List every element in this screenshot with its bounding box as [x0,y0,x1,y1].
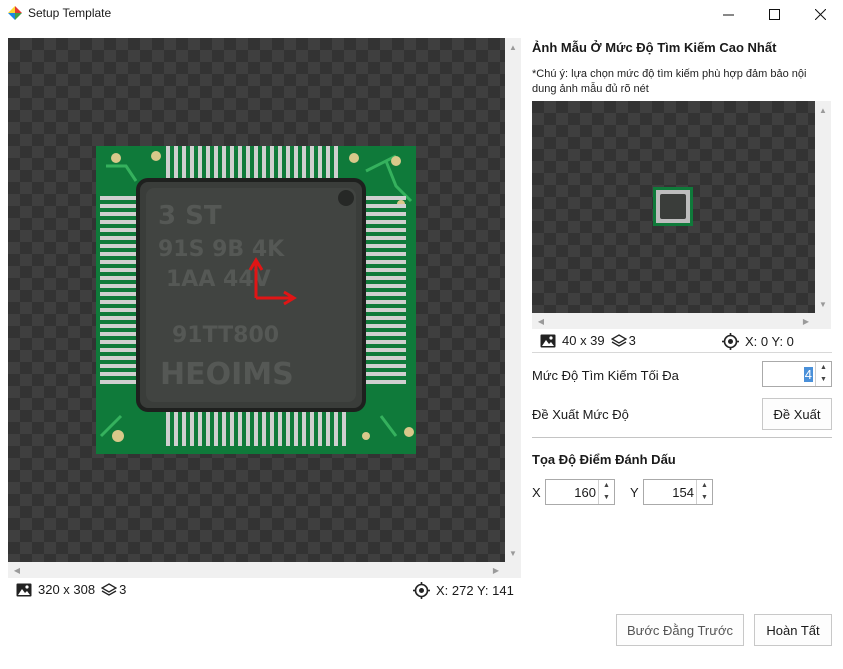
crosshair-icon [722,333,739,350]
template-chip-image[interactable]: 3 ST 91S 9B 4K 1AA 44V 91TT800 HEOIMS [96,146,416,454]
maximize-button[interactable] [751,0,797,28]
preview-image-info: 40 x 39 3 [540,333,636,348]
minimize-button[interactable] [705,0,751,28]
cursor-coordinates: X: 272 Y: 141 [436,583,514,598]
increment-icon[interactable]: ▲ [816,362,831,374]
preview-scroll-left-icon[interactable]: ◀ [534,314,548,328]
preview-coord-info: X: 0 Y: 0 [722,333,794,350]
increment-icon[interactable]: ▲ [599,480,614,492]
svg-text:91S 9B 4K: 91S 9B 4K [158,237,285,262]
y-coordinate-value: 154 [672,485,694,500]
decrement-icon[interactable]: ▼ [599,492,614,504]
layers-icon [610,333,627,348]
max-level-stepper[interactable]: ▲ ▼ [815,362,831,386]
max-level-label: Mức Độ Tìm Kiếm Tối Đa [532,368,679,383]
preview-scroll-right-icon[interactable]: ▶ [799,314,813,328]
y-stepper[interactable]: ▲ ▼ [696,480,712,504]
layers-count: 3 [119,582,127,597]
preview-vertical-scrollbar[interactable]: ▲ ▼ [815,101,831,313]
window-title: Setup Template [28,6,112,20]
x-coordinate-spinbox[interactable]: 160 ▲ ▼ [545,479,615,505]
max-level-spinbox[interactable]: 4 ▲ ▼ [762,361,832,387]
crosshair-icon [413,582,430,599]
layers-icon [101,582,118,597]
preview-size-text: 40 x 39 [562,333,605,348]
preview-chip-image [653,187,693,226]
suggest-button[interactable]: Đề Xuất [762,398,832,430]
scroll-right-icon[interactable]: ▶ [489,563,503,577]
preview-scroll-down-icon[interactable]: ▼ [816,297,830,311]
close-button[interactable] [797,0,843,28]
image-icon [540,334,556,348]
y-coordinate-spinbox[interactable]: 154 ▲ ▼ [643,479,713,505]
svg-text:HEOIMS: HEOIMS [160,357,294,392]
preview-scroll-up-icon[interactable]: ▲ [816,103,830,117]
preview-layers-count: 3 [628,333,636,348]
preview-note: *Chú ý: lựa chọn mức độ tìm kiếm phù hợp… [532,68,807,95]
svg-text:91TT800: 91TT800 [172,323,279,348]
decrement-icon[interactable]: ▼ [697,492,712,504]
preview-horizontal-scrollbar[interactable]: ◀ ▶ [532,313,831,329]
maximize-icon [768,8,780,20]
divider [532,352,832,353]
x-stepper[interactable]: ▲ ▼ [598,480,614,504]
scroll-left-icon[interactable]: ◀ [10,563,24,577]
minimize-icon [722,14,734,15]
y-label: Y [630,485,639,500]
main-image-info: 320 x 308 3 [16,582,126,597]
close-icon [814,8,826,20]
title-bar: Setup Template [0,0,843,28]
preview-section-title: Ảnh Mẫu Ở Mức Độ Tìm Kiếm Cao Nhất [532,40,777,55]
scroll-up-icon[interactable]: ▲ [506,40,520,54]
finish-button[interactable]: Hoàn Tất [754,614,832,646]
x-label: X [532,485,541,500]
suggest-level-label: Đề Xuất Mức Độ [532,407,629,422]
back-button[interactable]: Bước Đằng Trước [616,614,744,646]
image-size-text: 320 x 308 [38,582,96,597]
main-vertical-scrollbar[interactable]: ▲ ▼ [505,38,521,562]
app-icon [8,6,22,20]
svg-text:3 ST: 3 ST [158,201,222,231]
image-icon [16,583,32,597]
increment-icon[interactable]: ▲ [697,480,712,492]
marker-section-title: Tọa Độ Điểm Đánh Dấu [532,452,676,467]
preview-coordinates: X: 0 Y: 0 [745,334,794,349]
max-level-value: 4 [803,367,813,382]
divider [532,437,832,438]
scroll-down-icon[interactable]: ▼ [506,546,520,560]
decrement-icon[interactable]: ▼ [816,374,831,386]
x-coordinate-value: 160 [574,485,596,500]
main-horizontal-scrollbar[interactable]: ◀ ▶ [8,562,521,578]
main-coord-info: X: 272 Y: 141 [413,582,514,599]
